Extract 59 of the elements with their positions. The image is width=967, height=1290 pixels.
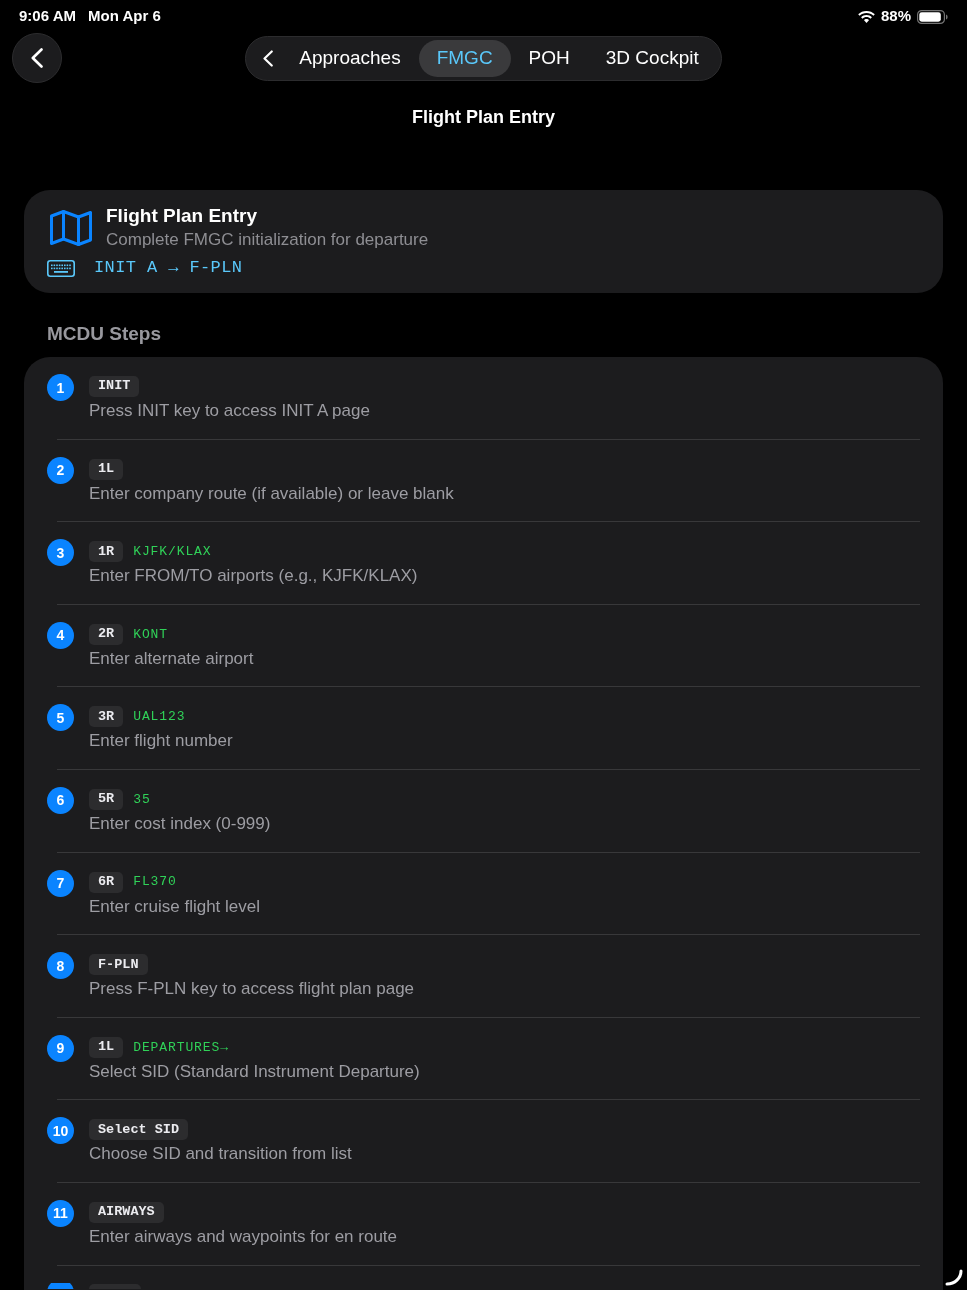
key-label: 6R [89, 871, 124, 893]
key-label: Select SID [89, 1119, 188, 1141]
step-number: 4 [47, 621, 74, 649]
key-label: 1L [89, 1036, 124, 1058]
status-date: Mon Apr 6 [87, 6, 161, 27]
key-label: 5R [89, 788, 124, 810]
step-description: Choose SID and transition from list [89, 1143, 352, 1166]
card-title: Flight Plan Entry [106, 205, 258, 227]
step-description: Press F-PLN key to access flight plan page [89, 978, 415, 1001]
key-label: 3R [89, 706, 124, 728]
section-tab[interactable]: POH [510, 39, 588, 77]
wifi-icon [857, 10, 875, 23]
step-description: Enter airways and waypoints for en route [89, 1225, 398, 1248]
entry-value: KONT [133, 625, 168, 644]
key-label: 1L [89, 458, 124, 480]
step-description: Select SID (Standard Instrument Departure) [89, 1060, 420, 1083]
step-number: 8 [47, 952, 74, 980]
page-title: Flight Plan Entry [412, 106, 555, 128]
key-label: AIRWAYS [89, 1201, 164, 1223]
step-description: Press INIT key to access INIT A page [89, 400, 370, 422]
step-number: 7 [47, 869, 74, 897]
step-number: 3 [47, 539, 74, 567]
chevron-left-icon [262, 49, 273, 67]
step-number: 1 [47, 374, 74, 401]
battery-percentage: 88% [880, 6, 911, 27]
entry-value: UAL123 [133, 708, 186, 727]
entry-value: DEPARTURES→ [133, 1038, 229, 1057]
step-description: Enter FROM/TO airports (e.g., KJFK/KLAX) [89, 565, 418, 588]
section-tab[interactable]: FMGC [418, 39, 511, 77]
step-number: 6 [47, 786, 74, 814]
step-number: 10 [47, 1117, 74, 1145]
section-tab[interactable]: 3D Cockpit [587, 39, 717, 77]
resize-handle-icon[interactable] [945, 1269, 963, 1286]
battery-icon [917, 9, 948, 24]
step-description: Enter alternate airport [89, 647, 254, 670]
entry-value: 35 [133, 790, 151, 809]
section-heading: MCDU Steps [47, 323, 162, 345]
card-subtitle: Complete FMGC initialization for departure [106, 229, 429, 251]
key-label: INIT [89, 376, 140, 397]
step-description: Enter cruise flight level [89, 895, 261, 918]
keyboard-icon [47, 259, 75, 277]
step-description: Enter flight number [89, 730, 233, 753]
entry-value: FL370 [133, 873, 177, 892]
step-number: 9 [47, 1034, 74, 1062]
step-number: 2 [47, 456, 74, 484]
back-chevron-icon [31, 48, 43, 68]
step-description: Enter cost index (0-999) [89, 812, 271, 835]
map-icon [49, 210, 92, 246]
key-label: F-PLN [89, 954, 148, 976]
key-label: 2R [89, 623, 124, 645]
back-button[interactable] [12, 33, 62, 83]
step-number: 5 [47, 704, 74, 732]
entry-value: KJFK/KLAX [133, 542, 212, 561]
step-description: Enter company route (if available) or leave blank [89, 482, 454, 505]
key-sequence: INIT A → F-PLN [94, 257, 243, 280]
section-tab[interactable]: Approaches [281, 39, 419, 77]
key-label: 1R [89, 541, 124, 563]
status-time: 9:06 AM [19, 6, 76, 27]
step-number: 11 [47, 1199, 74, 1227]
